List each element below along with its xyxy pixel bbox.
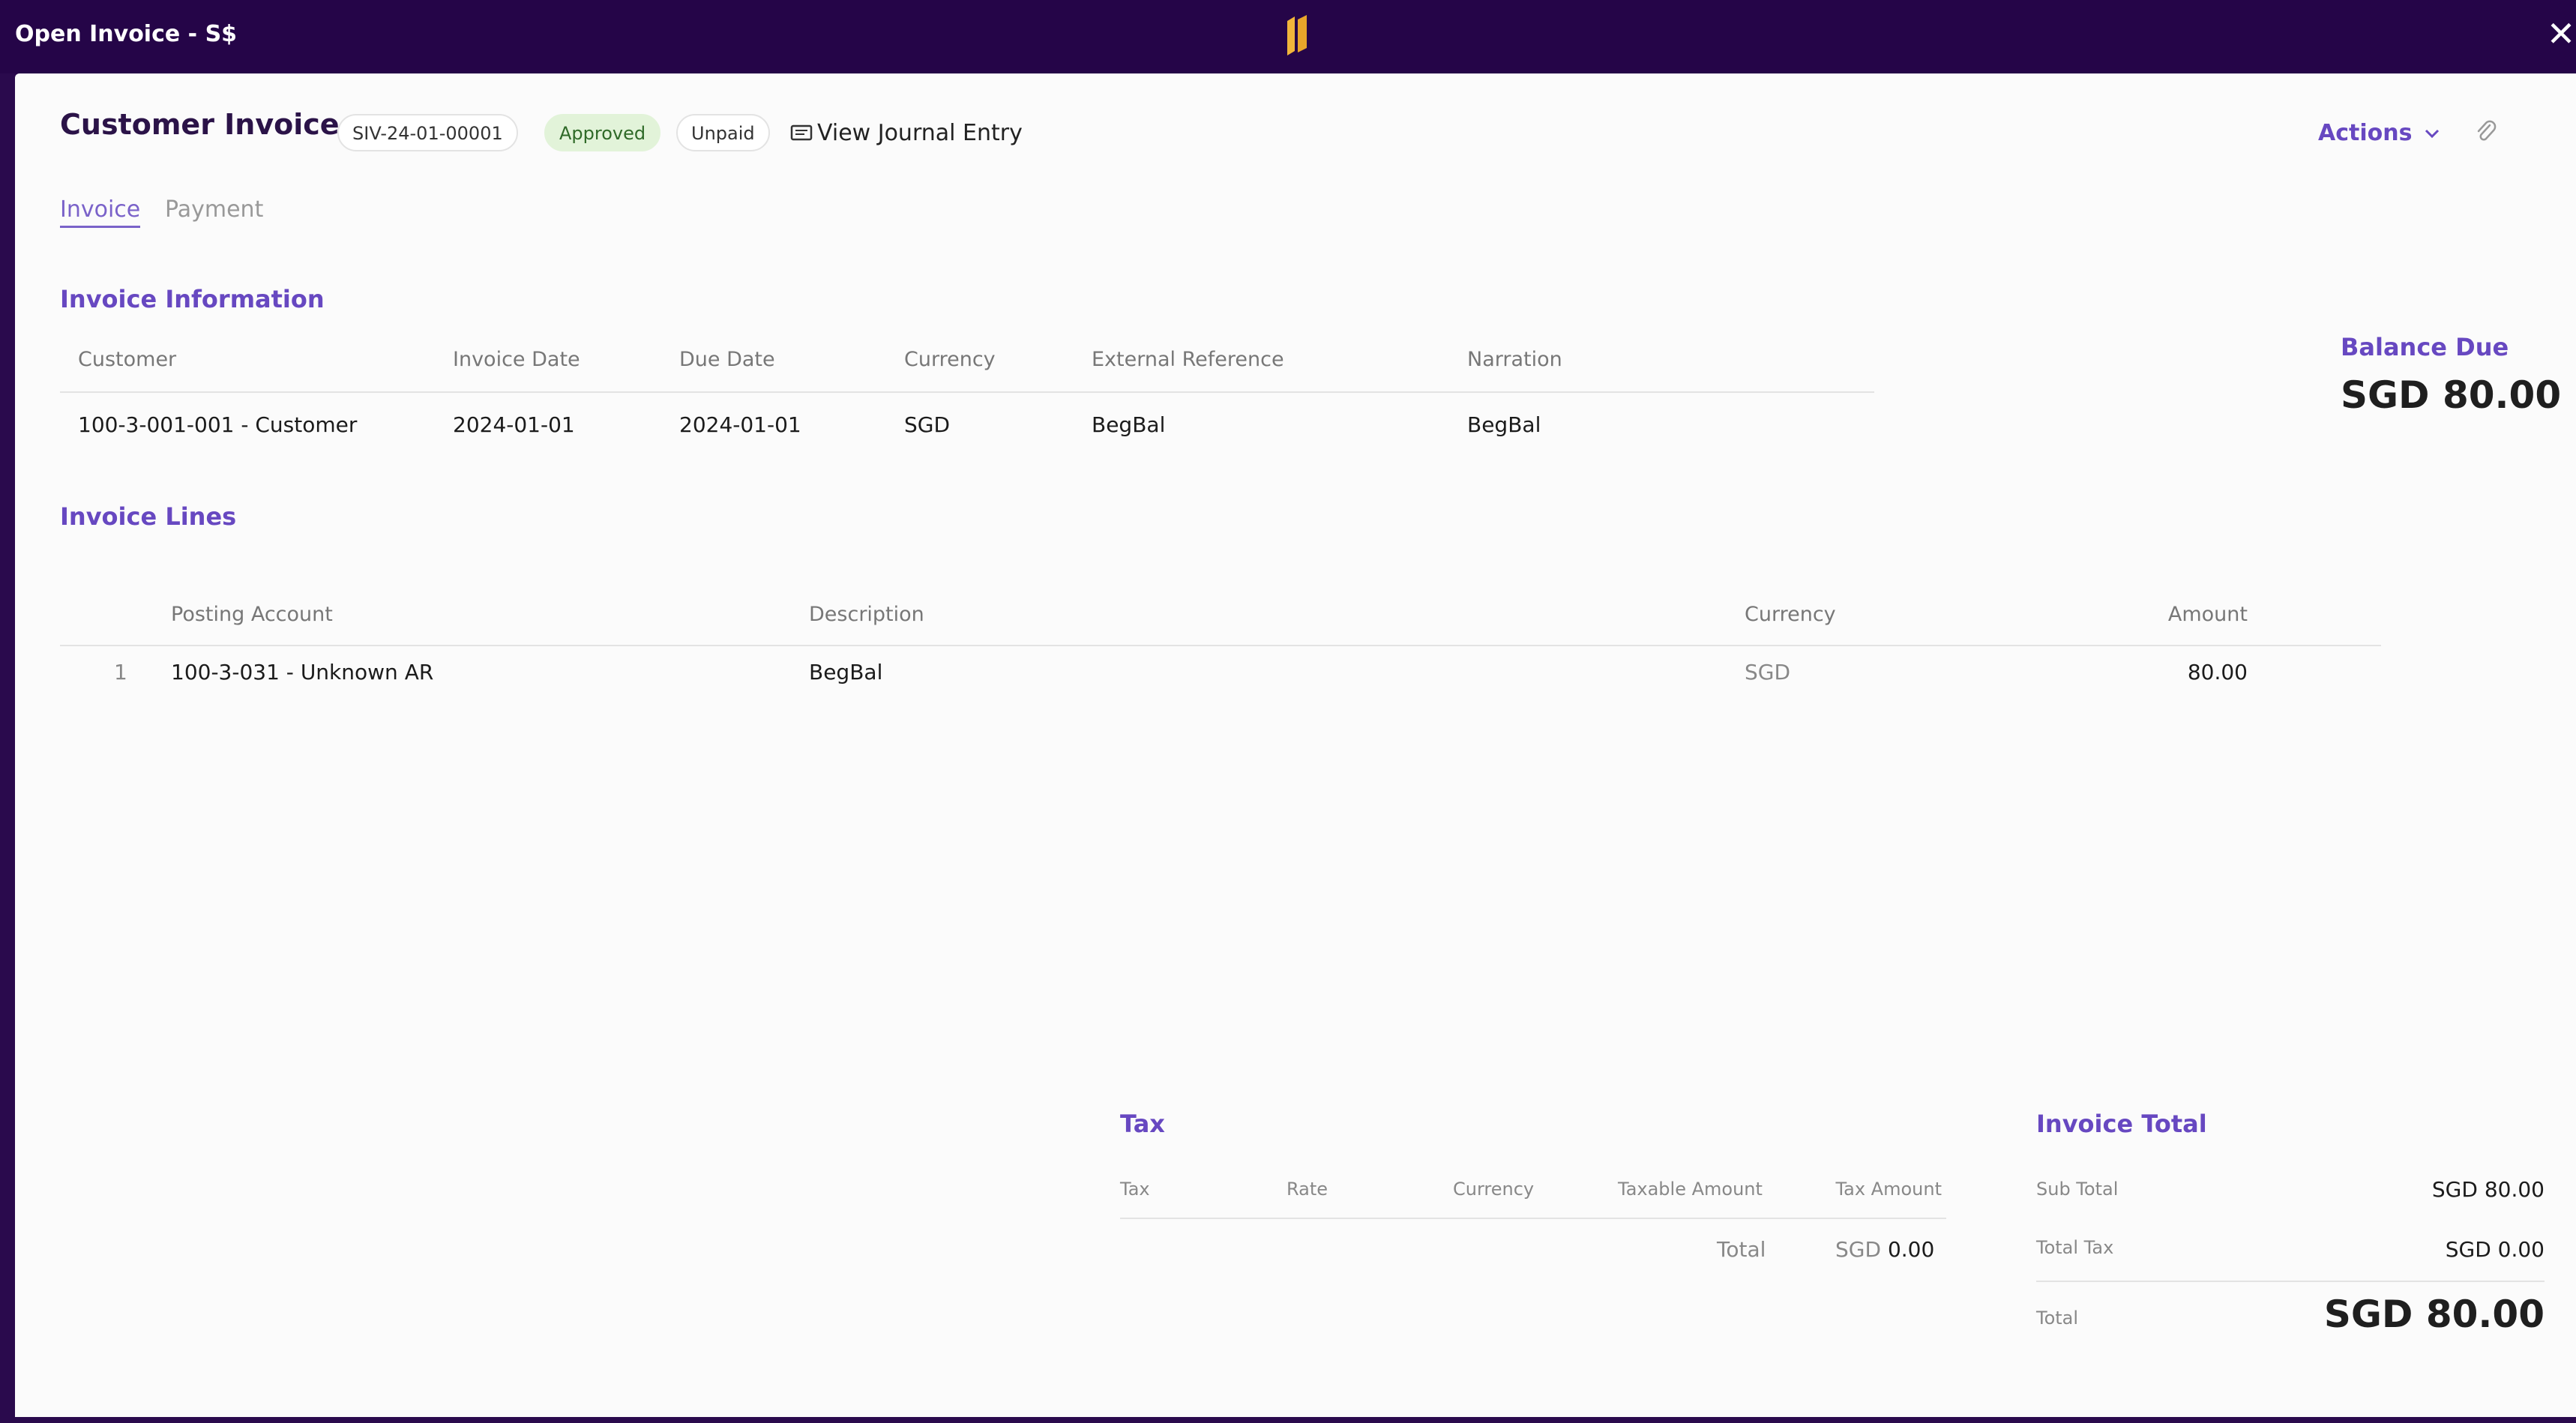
status-badge-payment: Unpaid bbox=[676, 114, 770, 151]
subtotal-label: Sub Total bbox=[2036, 1179, 2119, 1200]
balance-due-label: Balance Due bbox=[2341, 333, 2509, 361]
column-header-external-reference: External Reference bbox=[1092, 348, 1284, 371]
column-header-tax-currency: Currency bbox=[1453, 1179, 1535, 1200]
column-header-invoice-date: Invoice Date bbox=[453, 348, 580, 371]
invoice-panel: Customer Invoice SIV-24-01-00001 Approve… bbox=[15, 73, 2576, 1417]
page-title: Customer Invoice bbox=[60, 108, 340, 141]
view-journal-link[interactable]: View Journal Entry bbox=[790, 120, 1023, 146]
actions-button[interactable]: Actions bbox=[2318, 120, 2442, 146]
external-reference-value: BegBal bbox=[1092, 412, 1166, 437]
currency-value: SGD bbox=[904, 412, 951, 437]
tab-invoice[interactable]: Invoice bbox=[60, 196, 141, 228]
chevron-down-icon bbox=[2425, 129, 2440, 138]
narration-value: BegBal bbox=[1467, 412, 1541, 437]
total-tax-label: Total Tax bbox=[2036, 1237, 2114, 1258]
total-tax-value: SGD 0.00 bbox=[2445, 1237, 2545, 1262]
balance-due-amount: SGD 80.00 bbox=[2341, 373, 2562, 417]
table-row[interactable]: 1 100-3-031 - Unknown AR BegBal SGD 80.0… bbox=[60, 660, 2381, 702]
column-header-narration: Narration bbox=[1467, 348, 1562, 371]
column-header-tax: Tax bbox=[1120, 1179, 1150, 1200]
column-header-amount: Amount bbox=[2167, 603, 2248, 626]
tab-payment[interactable]: Payment bbox=[165, 196, 263, 223]
tax-total-value: 0.00 bbox=[1887, 1237, 1935, 1262]
invoice-date-value: 2024-01-01 bbox=[453, 412, 575, 437]
brand-logo-icon bbox=[1287, 15, 1307, 55]
column-header-customer: Customer bbox=[78, 348, 177, 371]
subtotal-value: SGD 80.00 bbox=[2431, 1177, 2545, 1202]
divider bbox=[2036, 1281, 2545, 1282]
invoice-total-title: Invoice Total bbox=[2036, 1110, 2207, 1138]
customer-value: 100-3-001-001 - Customer bbox=[78, 412, 358, 437]
journal-icon bbox=[790, 124, 813, 140]
paperclip-icon[interactable] bbox=[2474, 118, 2498, 145]
divider bbox=[60, 391, 1874, 393]
actions-label: Actions bbox=[2318, 120, 2413, 146]
window-title: Open Invoice - S$ bbox=[15, 21, 238, 47]
status-badge-approved: Approved bbox=[544, 114, 661, 151]
tax-title: Tax bbox=[1120, 1110, 1165, 1138]
invoice-information-title: Invoice Information bbox=[60, 285, 325, 313]
divider bbox=[60, 645, 2381, 646]
tax-total-currency: SGD bbox=[1835, 1237, 1882, 1262]
window-title-bar: Open Invoice - S$ ✕ bbox=[0, 0, 2576, 73]
grand-total-label: Total bbox=[2036, 1308, 2079, 1329]
column-header-tax-amount: Tax Amount bbox=[1835, 1179, 1942, 1200]
column-header-posting-account: Posting Account bbox=[171, 603, 333, 626]
line-index: 1 bbox=[114, 660, 127, 685]
tax-total: SGD 0.00 bbox=[1835, 1237, 1934, 1262]
column-header-due-date: Due Date bbox=[679, 348, 775, 371]
column-header-taxable-amount: Taxable Amount bbox=[1618, 1179, 1763, 1200]
divider bbox=[1120, 1218, 1946, 1219]
due-date-value: 2024-01-01 bbox=[679, 412, 801, 437]
grand-total-value: SGD 80.00 bbox=[2323, 1293, 2545, 1336]
column-header-currency: Currency bbox=[904, 348, 996, 371]
invoice-lines-title: Invoice Lines bbox=[60, 502, 237, 531]
invoice-number-badge: SIV-24-01-00001 bbox=[337, 114, 518, 151]
line-account: 100-3-031 - Unknown AR bbox=[171, 660, 434, 685]
column-header-line-currency: Currency bbox=[1745, 603, 1836, 626]
close-icon[interactable]: ✕ bbox=[2546, 15, 2576, 52]
line-description: BegBal bbox=[809, 660, 883, 685]
view-journal-label: View Journal Entry bbox=[817, 120, 1023, 146]
line-currency: SGD bbox=[1745, 660, 1791, 685]
line-amount: 80.00 bbox=[2187, 660, 2248, 685]
column-header-rate: Rate bbox=[1287, 1179, 1328, 1200]
column-header-description: Description bbox=[809, 603, 924, 626]
tax-total-label: Total bbox=[1717, 1237, 1766, 1262]
